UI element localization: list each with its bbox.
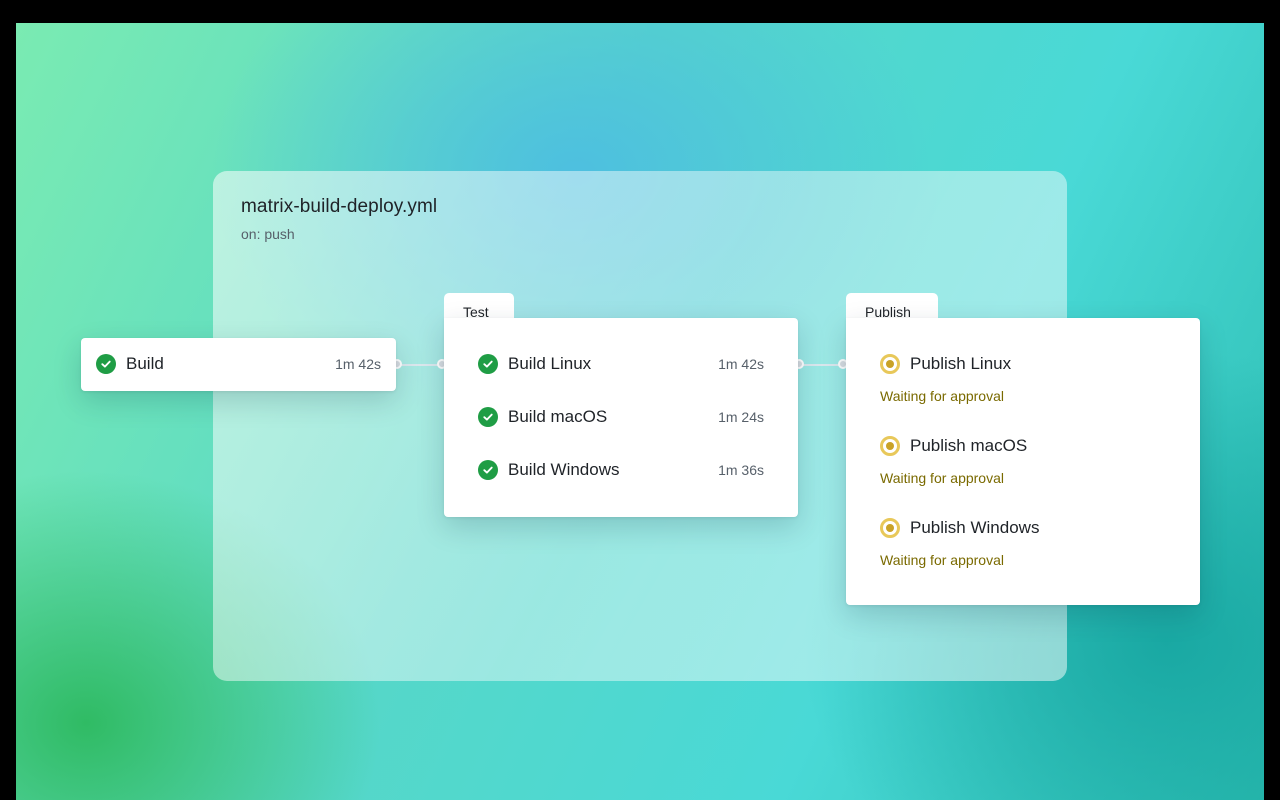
job-row[interactable]: Build Linux 1m 42s [444,352,798,376]
pending-dot-icon [880,354,900,374]
job-duration: 1m 24s [718,409,764,425]
check-circle-icon [478,354,498,374]
job-name: Build Windows [508,460,620,479]
job-name: Publish macOS [910,436,1028,455]
job-duration: 1m 36s [718,462,764,478]
publish-stage-card: Publish Linux Waiting for approval Publi… [846,318,1200,605]
job-row[interactable]: Publish Windows [846,516,1200,540]
workflow-trigger: on: push [241,226,295,242]
job-name: Build [126,354,164,373]
job-duration: 1m 42s [718,356,764,372]
job-row[interactable]: Build Windows 1m 36s [444,458,798,482]
job-status-text: Waiting for approval [880,470,1004,486]
job-name: Build Linux [508,354,592,373]
build-job-card[interactable]: Build 1m 42s [81,338,396,391]
job-name: Build macOS [508,407,608,426]
job-name: Publish Linux [910,354,1012,373]
job-row[interactable]: Build macOS 1m 24s [444,405,798,429]
check-circle-icon [478,407,498,427]
job-name: Publish Windows [910,518,1040,537]
job-row[interactable]: Publish Linux [846,352,1200,376]
job-row[interactable]: Publish macOS [846,434,1200,458]
pending-dot-icon [880,518,900,538]
job-duration: 1m 42s [335,356,381,372]
check-circle-icon [96,354,116,374]
job-status-text: Waiting for approval [880,552,1004,568]
test-stage-card: Build Linux 1m 42s Build macOS 1m 24s Bu… [444,318,798,517]
check-circle-icon [478,460,498,480]
workflow-title: matrix-build-deploy.yml [241,196,438,217]
pending-dot-icon [880,436,900,456]
job-status-text: Waiting for approval [880,388,1004,404]
canvas-background: matrix-build-deploy.yml on: push Build 1… [16,23,1264,800]
